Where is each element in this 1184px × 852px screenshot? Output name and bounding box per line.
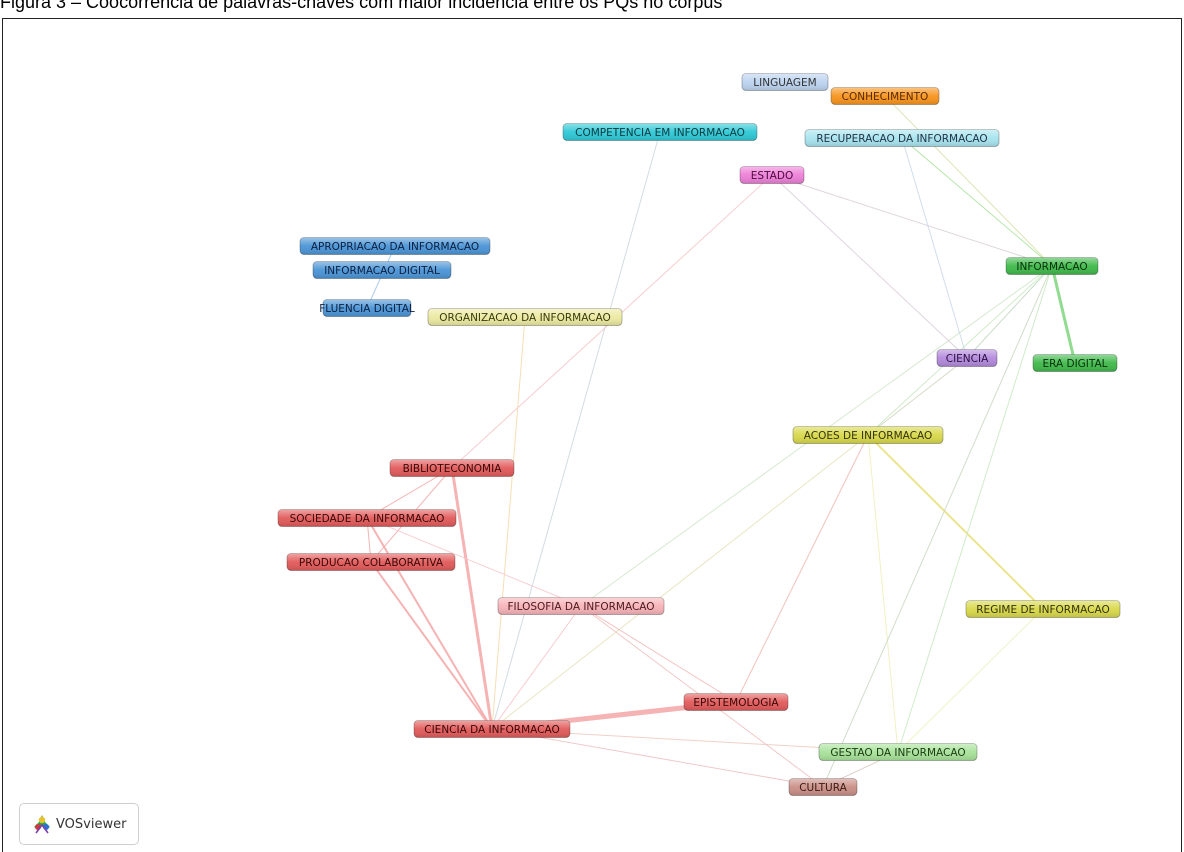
edge-regime-gestao bbox=[897, 608, 1044, 753]
node-producao[interactable]: PRODUCAO COLABORATIVA bbox=[286, 553, 456, 571]
node-gestao[interactable]: GESTAO DA INFORMACAO bbox=[818, 743, 978, 761]
node-regime[interactable]: REGIME DE INFORMACAO bbox=[965, 600, 1121, 618]
node-label-epistemologia: EPISTEMOLOGIA bbox=[693, 697, 779, 709]
node-estado[interactable]: ESTADO bbox=[739, 166, 805, 184]
edge-filosofia-epistemologia bbox=[580, 605, 737, 703]
node-label-infodigital: INFORMACAO DIGITAL bbox=[324, 265, 440, 277]
edge-acoes-regime bbox=[867, 434, 1044, 610]
node-filosofia[interactable]: FILOSOFIA DA INFORMACAO bbox=[497, 597, 665, 615]
node-label-biblioteconomia: BIBLIOTECONOMIA bbox=[403, 463, 503, 475]
edge-acoes-ciencia bbox=[867, 357, 968, 436]
node-infodigital[interactable]: INFORMACAO DIGITAL bbox=[312, 261, 452, 279]
node-label-linguagem: LINGUAGEM bbox=[753, 77, 816, 89]
vosviewer-logo-icon bbox=[34, 815, 50, 834]
node-recuperacao[interactable]: RECUPERACAO DA INFORMACAO bbox=[804, 129, 1000, 147]
node-linguagem[interactable]: LINGUAGEM bbox=[741, 73, 829, 91]
node-label-competencia: COMPETENCIA EM INFORMACAO bbox=[575, 127, 745, 139]
node-label-fluencia: FLUENCIA DIGITAL bbox=[319, 303, 415, 315]
edge-estado-ciencia bbox=[771, 174, 968, 359]
node-label-ciencia: CIENCIA bbox=[946, 353, 989, 365]
vosviewer-logo: VOSviewer bbox=[19, 803, 139, 845]
node-eradigital[interactable]: ERA DIGITAL bbox=[1032, 354, 1118, 372]
edge-informacao-estado bbox=[771, 174, 1053, 267]
node-label-organizacao: ORGANIZACAO DA INFORMACAO bbox=[439, 312, 611, 324]
edge-cienciainfo-organizacao bbox=[491, 316, 526, 730]
node-fluencia[interactable]: FLUENCIA DIGITAL bbox=[319, 299, 415, 317]
node-informacao[interactable]: INFORMACAO bbox=[1005, 257, 1099, 275]
node-label-cienciainfo: CIENCIA DA INFORMACAO bbox=[424, 724, 560, 736]
edge-layer bbox=[366, 95, 1077, 788]
edge-informacao-gestao bbox=[897, 265, 1053, 753]
edge-informacao-cultura bbox=[822, 265, 1053, 788]
node-label-eradigital: ERA DIGITAL bbox=[1042, 358, 1107, 370]
edge-informacao-ciencia bbox=[966, 265, 1053, 359]
edge-cienciainfo-filosofia bbox=[491, 605, 582, 730]
node-label-informacao: INFORMACAO bbox=[1016, 261, 1087, 273]
node-label-conhecimento: CONHECIMENTO bbox=[842, 91, 929, 103]
edge-cienciainfo-biblioteconomia bbox=[450, 466, 494, 731]
edge-acoes-gestao bbox=[867, 434, 899, 753]
edge-recuperacao-ciencia bbox=[901, 137, 968, 359]
edge-epistemologia-acoes bbox=[735, 434, 869, 703]
node-cultura[interactable]: CULTURA bbox=[788, 778, 858, 796]
node-apropriacao[interactable]: APROPRIACAO DA INFORMACAO bbox=[299, 237, 491, 255]
cooccurrence-network: LINGUAGEM CONHECIMENTO COMPETENCIA EM INFO… bbox=[277, 73, 1121, 796]
node-cienciainfo[interactable]: CIENCIA DA INFORMACAO bbox=[413, 720, 571, 738]
node-conhecimento[interactable]: CONHECIMENTO bbox=[830, 87, 940, 105]
node-label-apropriacao: APROPRIACAO DA INFORMACAO bbox=[311, 241, 479, 253]
node-epistemologia[interactable]: EPISTEMOLOGIA bbox=[683, 693, 789, 711]
node-label-gestao: GESTAO DA INFORMACAO bbox=[830, 747, 965, 759]
node-sociedade[interactable]: SOCIEDADE DA INFORMACAO bbox=[277, 509, 457, 527]
node-biblioteconomia[interactable]: BIBLIOTECONOMIA bbox=[389, 459, 515, 477]
node-ciencia[interactable]: CIENCIA bbox=[936, 349, 998, 367]
node-label-filosofia: FILOSOFIA DA INFORMACAO bbox=[507, 601, 654, 613]
vosviewer-logo-text: VOSviewer bbox=[56, 816, 127, 832]
node-label-recuperacao: RECUPERACAO DA INFORMACAO bbox=[816, 133, 987, 145]
edge-informacao-recuperacao bbox=[901, 137, 1053, 267]
node-organizacao[interactable]: ORGANIZACAO DA INFORMACAO bbox=[427, 308, 623, 326]
node-label-estado: ESTADO bbox=[751, 170, 793, 182]
node-label-acoes: ACOES DE INFORMACAO bbox=[804, 430, 933, 442]
node-competencia[interactable]: COMPETENCIA EM INFORMACAO bbox=[562, 123, 758, 141]
node-layer: LINGUAGEM CONHECIMENTO COMPETENCIA EM INFO… bbox=[277, 73, 1121, 796]
edge-cienciainfo-producao bbox=[370, 561, 493, 730]
node-label-producao: PRODUCAO COLABORATIVA bbox=[299, 557, 444, 569]
node-label-regime: REGIME DE INFORMACAO bbox=[976, 604, 1109, 616]
edge-cienciainfo-sociedade bbox=[366, 517, 493, 730]
edge-informacao-conhecimento bbox=[884, 95, 1053, 267]
edge-cienciainfo-acoes bbox=[491, 434, 869, 730]
node-acoes[interactable]: ACOES DE INFORMACAO bbox=[792, 426, 944, 444]
node-label-sociedade: SOCIEDADE DA INFORMACAO bbox=[290, 513, 445, 525]
edge-informacao-eradigital bbox=[1050, 264, 1077, 365]
node-label-cultura: CULTURA bbox=[799, 782, 847, 794]
